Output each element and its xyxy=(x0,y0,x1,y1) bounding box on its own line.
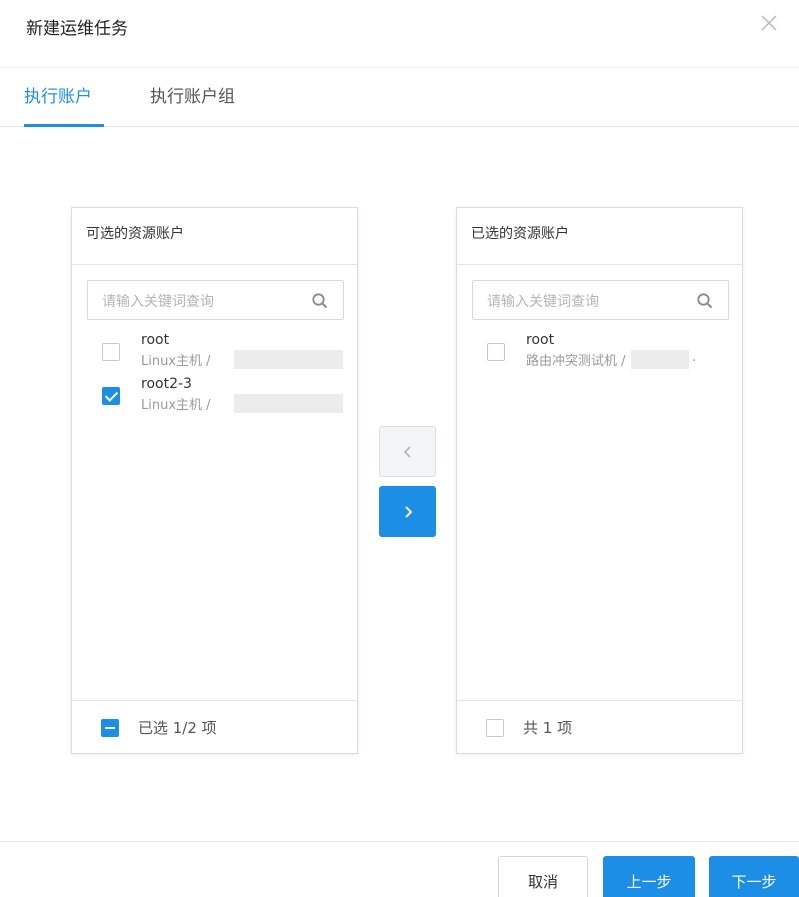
item-host-label: Linux主机 / xyxy=(141,354,211,369)
item-account-name: root xyxy=(526,332,555,348)
tab-bar: 执行账户 执行账户组 xyxy=(0,84,799,127)
item-account-name: root xyxy=(141,332,170,348)
list-item[interactable]: root Linux主机 / xyxy=(100,332,350,376)
header-divider xyxy=(0,67,799,68)
footer-divider xyxy=(0,841,799,842)
search-icon[interactable] xyxy=(311,292,329,310)
chevron-left-icon xyxy=(403,445,411,458)
item-host-trail: . xyxy=(692,350,697,365)
item-checkbox[interactable] xyxy=(102,343,120,361)
select-all-checkbox[interactable] xyxy=(101,719,119,737)
source-search-input[interactable]: 请输入关键词查询 xyxy=(87,280,344,320)
dialog-title: 新建运维任务 xyxy=(26,19,128,39)
active-tab-indicator xyxy=(24,124,104,127)
item-checkbox-checked[interactable] xyxy=(102,387,120,405)
search-icon[interactable] xyxy=(696,292,714,310)
tab-execute-account-group[interactable]: 执行账户组 xyxy=(150,84,235,127)
list-item[interactable]: root 路由冲突测试机 / . xyxy=(485,332,735,376)
item-account-name: root2-3 xyxy=(141,376,192,392)
target-panel: 已选的资源账户 请输入关键词查询 root 路由冲突测试机 / . 共 1 项 xyxy=(456,207,743,754)
source-panel-title: 可选的资源账户 xyxy=(72,208,357,265)
redacted-block xyxy=(234,350,343,369)
target-search-input[interactable]: 请输入关键词查询 xyxy=(472,280,729,320)
tab-execute-account[interactable]: 执行账户 xyxy=(24,84,92,127)
move-right-button[interactable] xyxy=(379,486,436,537)
target-panel-title: 已选的资源账户 xyxy=(457,208,742,265)
chevron-right-icon xyxy=(404,505,412,518)
source-panel-footer: 已选 1/2 项 xyxy=(72,700,357,753)
redacted-block xyxy=(234,394,343,413)
redacted-block xyxy=(631,350,689,369)
source-panel: 可选的资源账户 请输入关键词查询 root Linux主机 / root2-3 … xyxy=(71,207,358,754)
target-panel-footer: 共 1 项 xyxy=(457,700,742,753)
total-count: 共 1 项 xyxy=(523,719,573,737)
list-item[interactable]: root2-3 Linux主机 / xyxy=(100,376,350,420)
item-host-label: 路由冲突测试机 / xyxy=(526,354,626,369)
previous-step-button[interactable]: 上一步 xyxy=(603,856,695,897)
item-host-label: Linux主机 / xyxy=(141,398,211,413)
close-icon[interactable] xyxy=(758,12,780,34)
select-all-checkbox[interactable] xyxy=(486,719,504,737)
next-step-button[interactable]: 下一步 xyxy=(709,856,799,897)
source-search-placeholder: 请输入关键词查询 xyxy=(102,294,214,310)
selection-count: 已选 1/2 项 xyxy=(138,719,217,737)
item-checkbox[interactable] xyxy=(487,343,505,361)
cancel-button[interactable]: 取消 xyxy=(498,856,588,897)
move-left-button[interactable] xyxy=(379,426,436,477)
target-search-placeholder: 请输入关键词查询 xyxy=(487,294,599,310)
